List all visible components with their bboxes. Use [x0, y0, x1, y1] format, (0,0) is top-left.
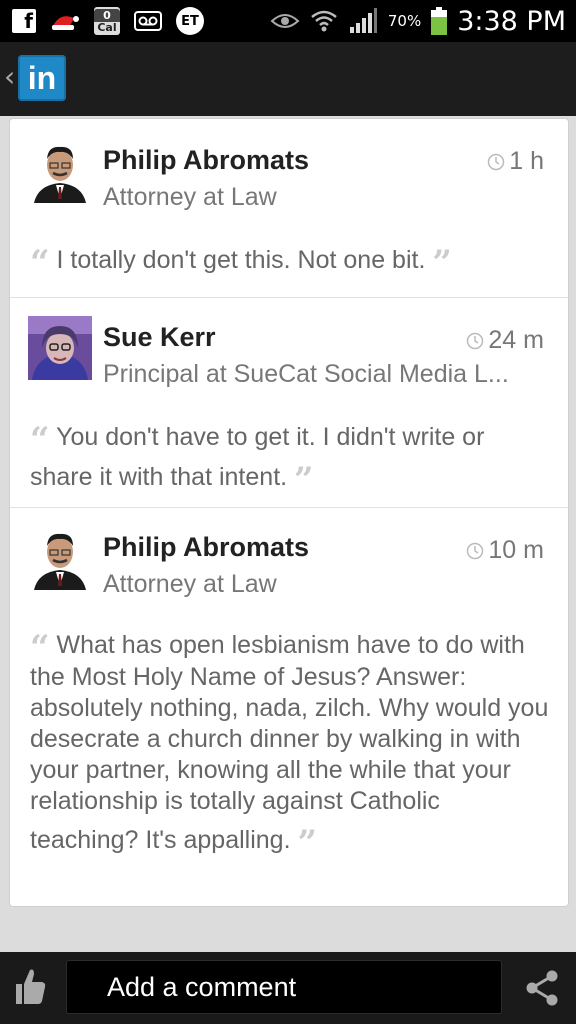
- commenter-name[interactable]: Philip Abromats: [103, 532, 309, 563]
- comment-item: Philip Abromats Attorney at Law 10 m “ W…: [10, 508, 568, 906]
- santa-hat-icon: [50, 10, 80, 32]
- facebook-icon: f: [12, 9, 36, 33]
- comment-text: “ You don't have to get it. I didn't wri…: [30, 420, 485, 500]
- bottom-bar: Add a comment: [0, 952, 576, 1024]
- comment-time: 10 m: [466, 536, 544, 565]
- status-bar: f 0 Cal ET 70% 3:38 PM: [0, 0, 576, 42]
- commenter-headline: Attorney at Law: [103, 570, 277, 598]
- open-quote-icon: “: [30, 243, 50, 283]
- status-time: 3:38 PM: [457, 5, 566, 37]
- avatar[interactable]: [28, 526, 92, 590]
- battery-percent: 70%: [387, 12, 422, 30]
- clock-icon: [467, 332, 484, 349]
- close-quote-icon: ”: [297, 823, 318, 863]
- close-quote-icon: ”: [294, 460, 314, 500]
- open-quote-icon: “: [30, 628, 50, 668]
- avatar[interactable]: [28, 316, 92, 380]
- comment-item: Sue Kerr Principal at SueCat Social Medi…: [10, 298, 568, 508]
- app-bar: ‹ in: [0, 42, 576, 116]
- battery-icon: [431, 7, 448, 35]
- commenter-name[interactable]: Philip Abromats: [103, 145, 309, 176]
- linkedin-logo[interactable]: in: [18, 55, 66, 101]
- comment-text: “ What has open lesbianism have to do wi…: [30, 628, 549, 863]
- clock-icon: [467, 542, 484, 559]
- commenter-headline: Principal at SueCat Social Media L...: [103, 360, 509, 388]
- comment-text: “ I totally don't get this. Not one bit.…: [30, 243, 452, 283]
- like-thumbs-up-icon[interactable]: [12, 966, 48, 1006]
- back-chevron-icon[interactable]: ‹: [4, 60, 15, 93]
- add-comment-input[interactable]: Add a comment: [66, 960, 502, 1014]
- clock-icon: [487, 153, 505, 170]
- cell-signal-icon: [348, 8, 378, 34]
- voicemail-icon: [134, 11, 162, 31]
- commenter-headline: Attorney at Law: [103, 183, 277, 211]
- comment-item: Philip Abromats Attorney at Law 1 h “ I …: [10, 119, 568, 298]
- close-quote-icon: ”: [432, 243, 452, 283]
- calendar-icon: 0 Cal: [94, 7, 120, 35]
- commenter-name[interactable]: Sue Kerr: [103, 322, 216, 353]
- comments-card: Philip Abromats Attorney at Law 1 h “ I …: [9, 118, 569, 907]
- wifi-icon: [310, 8, 338, 34]
- smart-stay-eye-icon: [270, 11, 300, 31]
- comment-time: 24 m: [466, 326, 544, 355]
- share-icon[interactable]: [522, 968, 562, 1008]
- open-quote-icon: “: [30, 420, 50, 460]
- et-app-icon: ET: [176, 7, 204, 35]
- avatar[interactable]: [28, 139, 92, 203]
- comment-time: 1 h: [487, 147, 544, 176]
